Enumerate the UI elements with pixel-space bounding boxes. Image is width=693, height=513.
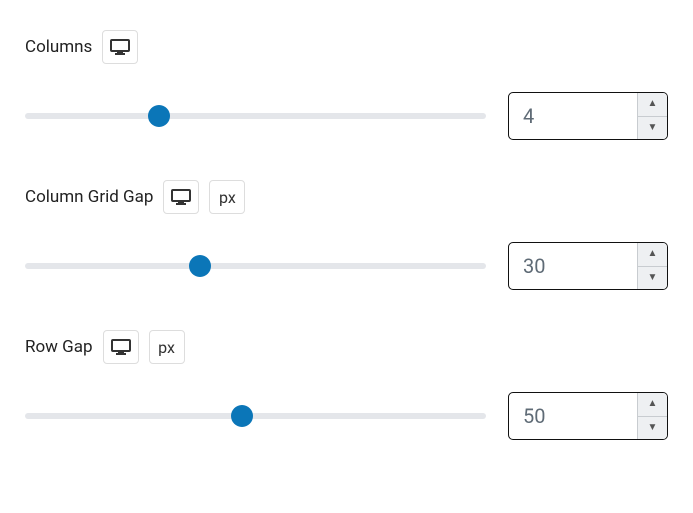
column-grid-gap-increment[interactable]: ▲ (638, 243, 667, 266)
slider-track (25, 413, 486, 419)
column-grid-gap-slider[interactable] (25, 255, 486, 277)
unit-selector[interactable]: px (149, 330, 185, 364)
slider-thumb[interactable] (189, 255, 211, 277)
row-gap-row: 50 ▲ ▼ (25, 392, 668, 440)
row-gap-increment[interactable]: ▲ (638, 393, 667, 416)
row-gap-decrement[interactable]: ▼ (638, 416, 667, 440)
row-gap-value[interactable]: 50 (509, 393, 637, 439)
slider-thumb[interactable] (148, 105, 170, 127)
columns-label: Columns (25, 37, 92, 57)
columns-spinner: ▲ ▼ (637, 93, 667, 139)
row-gap-control: Row Gap px 50 ▲ ▼ (25, 330, 668, 440)
columns-decrement[interactable]: ▼ (638, 116, 667, 140)
unit-selector[interactable]: px (209, 180, 245, 214)
slider-track (25, 263, 486, 269)
column-grid-gap-label: Column Grid Gap (25, 187, 153, 207)
row-gap-spinner: ▲ ▼ (637, 393, 667, 439)
desktop-icon (111, 339, 131, 355)
unit-label: px (158, 338, 175, 357)
columns-control: Columns 4 ▲ ▼ (25, 30, 668, 140)
columns-row: 4 ▲ ▼ (25, 92, 668, 140)
columns-slider[interactable] (25, 105, 486, 127)
row-gap-header: Row Gap px (25, 330, 668, 364)
row-gap-slider[interactable] (25, 405, 486, 427)
desktop-icon (110, 39, 130, 55)
column-grid-gap-header: Column Grid Gap px (25, 180, 668, 214)
responsive-device-button[interactable] (102, 30, 138, 64)
column-grid-gap-decrement[interactable]: ▼ (638, 266, 667, 290)
unit-label: px (219, 188, 236, 207)
columns-number-input[interactable]: 4 ▲ ▼ (508, 92, 668, 140)
column-grid-gap-row: 30 ▲ ▼ (25, 242, 668, 290)
column-grid-gap-value[interactable]: 30 (509, 243, 637, 289)
slider-thumb[interactable] (231, 405, 253, 427)
columns-value[interactable]: 4 (509, 93, 637, 139)
columns-header: Columns (25, 30, 668, 64)
desktop-icon (171, 189, 191, 205)
column-grid-gap-spinner: ▲ ▼ (637, 243, 667, 289)
responsive-device-button[interactable] (163, 180, 199, 214)
column-grid-gap-number-input[interactable]: 30 ▲ ▼ (508, 242, 668, 290)
responsive-device-button[interactable] (103, 330, 139, 364)
row-gap-number-input[interactable]: 50 ▲ ▼ (508, 392, 668, 440)
row-gap-label: Row Gap (25, 337, 93, 357)
slider-track (25, 113, 486, 119)
columns-increment[interactable]: ▲ (638, 93, 667, 116)
column-grid-gap-control: Column Grid Gap px 30 ▲ ▼ (25, 180, 668, 290)
